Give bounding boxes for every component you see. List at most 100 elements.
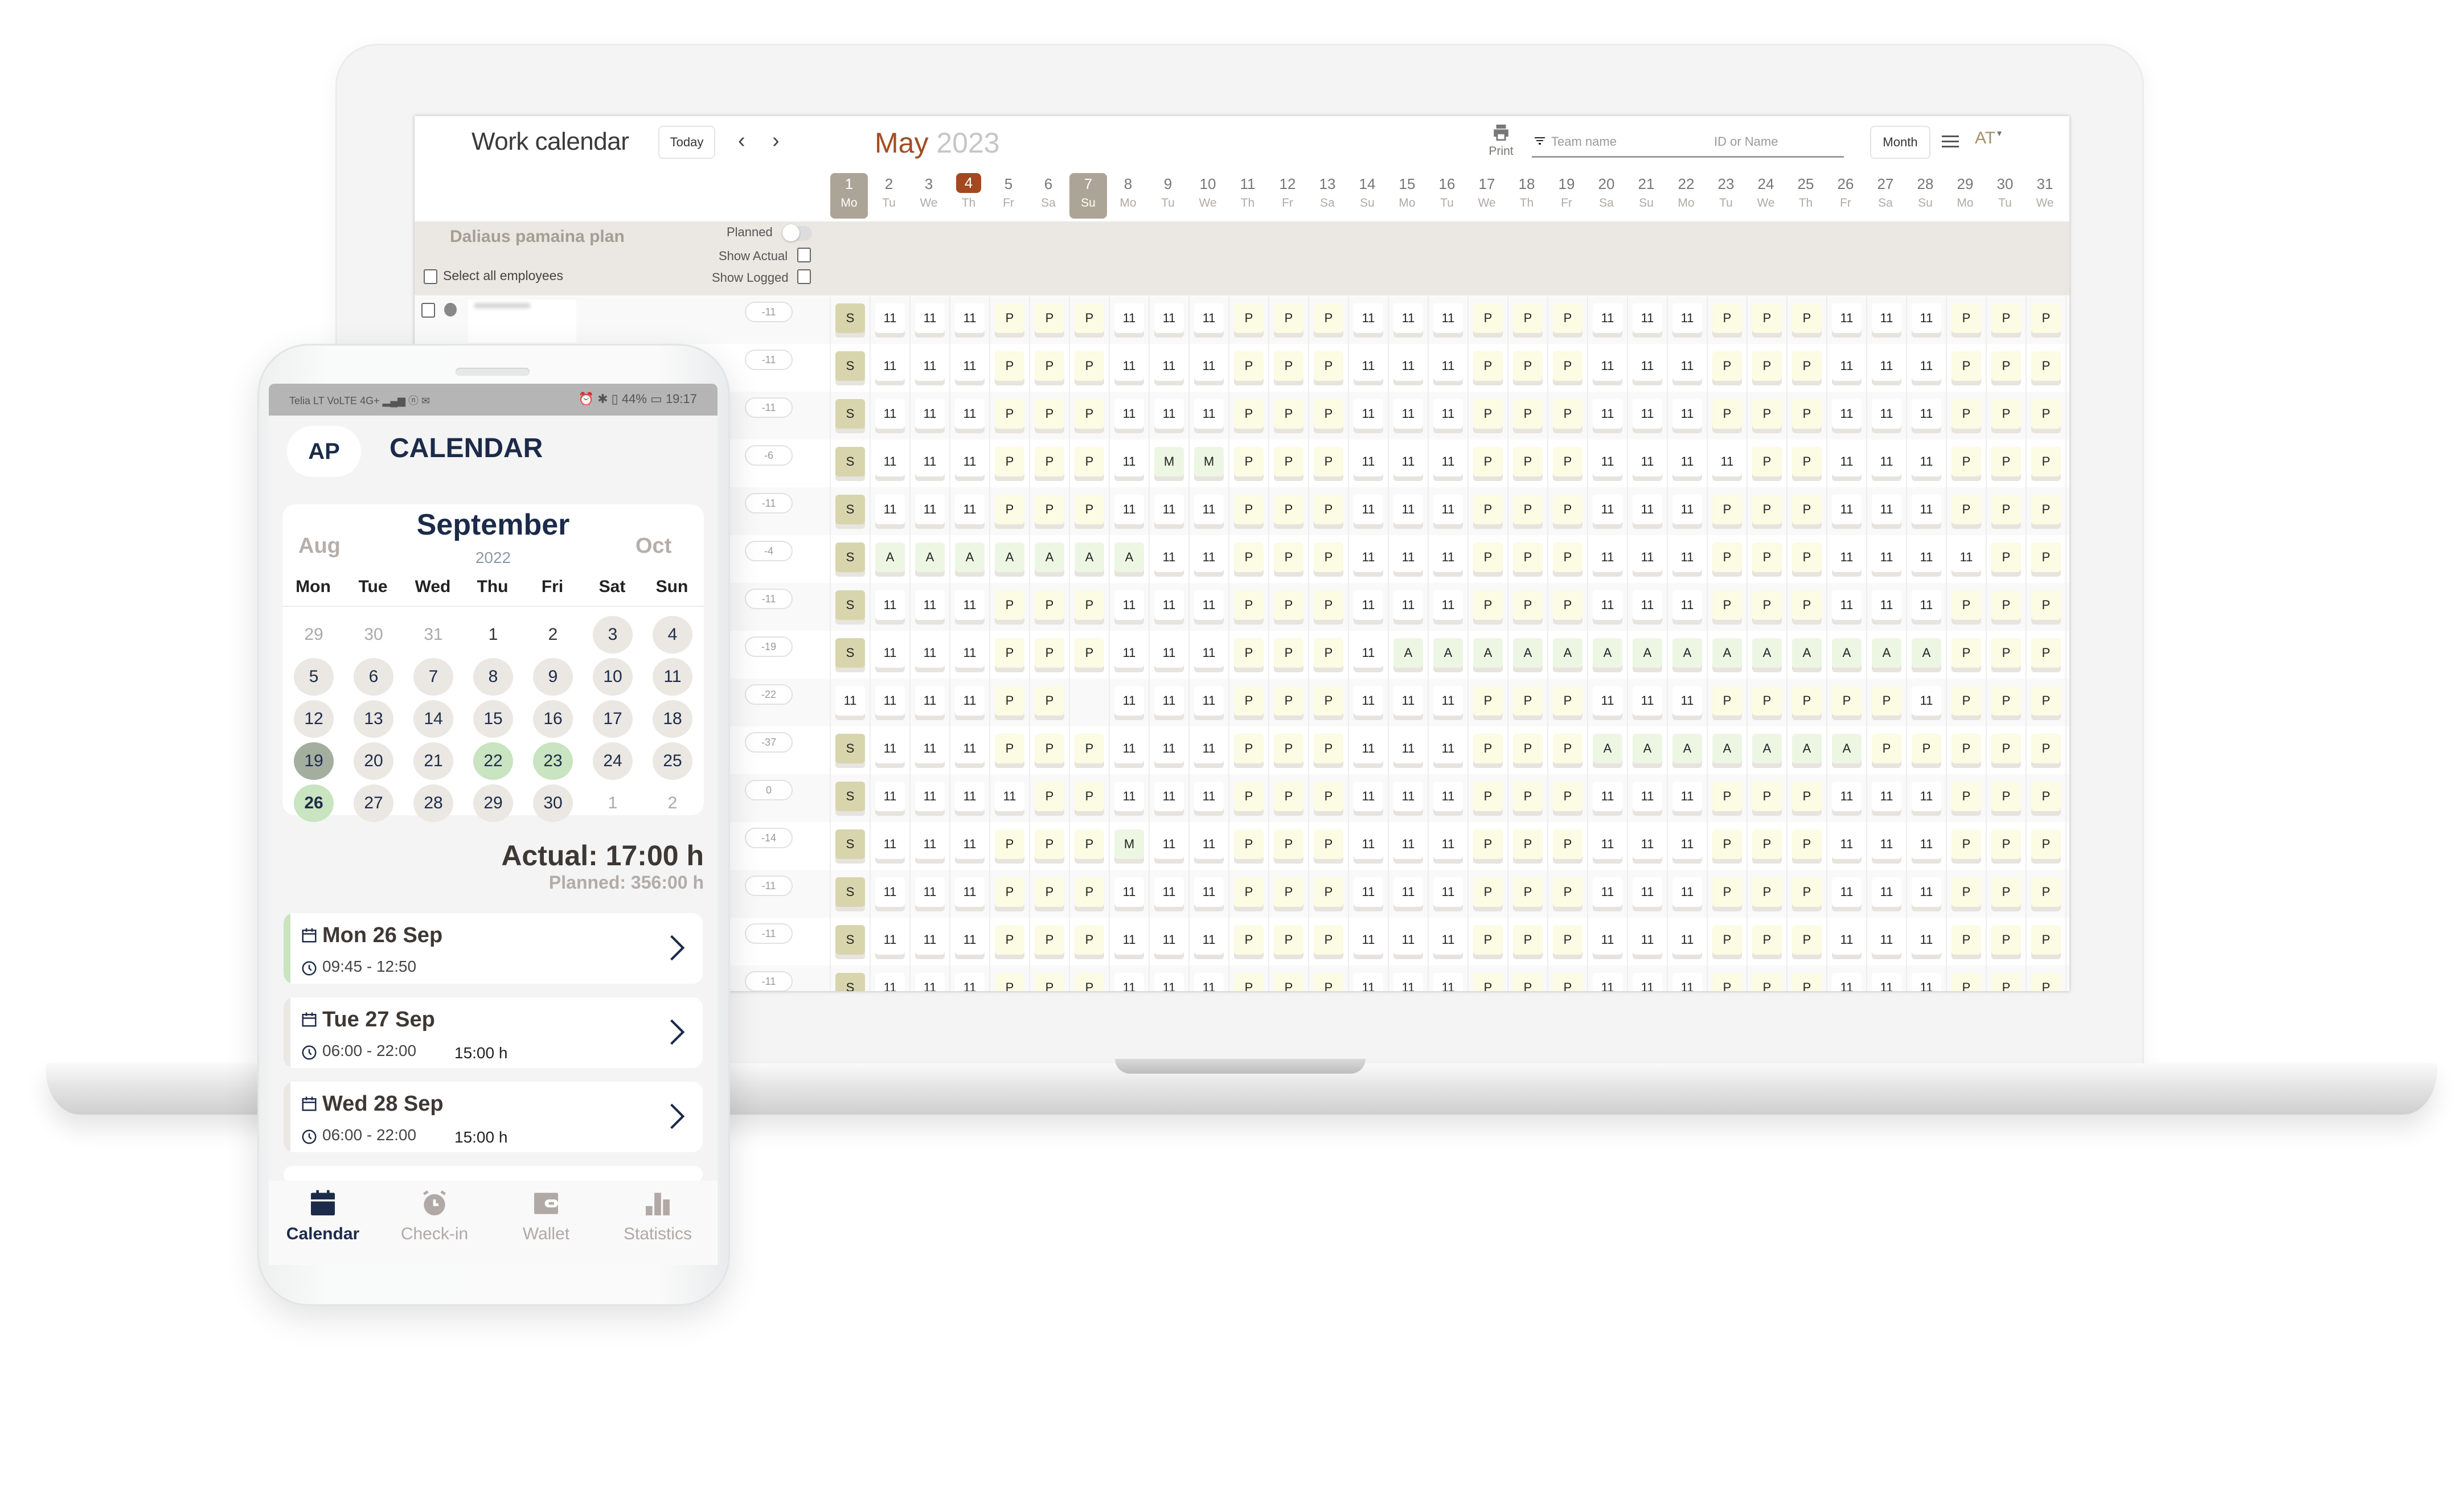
day-header-5[interactable]: 5 Fr [990, 173, 1027, 219]
show-actual-checkbox[interactable] [797, 248, 811, 262]
shift-cell[interactable]: P [1951, 877, 1981, 911]
shift-cell[interactable]: P [1513, 973, 1543, 991]
shift-cell[interactable]: P [1991, 399, 2021, 433]
shift-cell[interactable]: 11 [875, 447, 905, 481]
shift-cell[interactable]: 11 [915, 782, 945, 816]
shift-cell[interactable]: 11 [875, 686, 905, 720]
shift-cell[interactable]: 11 [915, 590, 945, 624]
shift-cell[interactable]: P [1553, 399, 1582, 433]
shift-cell[interactable]: P [995, 351, 1024, 385]
shift-cell[interactable]: 11 [1832, 543, 1862, 577]
shift-cell[interactable]: P [1951, 782, 1981, 816]
calendar-day[interactable]: 12 [294, 700, 334, 738]
shift-cell[interactable]: P [1274, 447, 1303, 481]
shift-cell[interactable]: P [1513, 925, 1543, 959]
shift-cell[interactable]: 11 [1393, 877, 1423, 911]
shift-cell[interactable]: 11 [1672, 399, 1702, 433]
shift-cell[interactable]: 11 [1672, 543, 1702, 577]
shift-cell[interactable]: 11 [1832, 495, 1862, 529]
shift-cell[interactable]: P [1314, 351, 1343, 385]
shift-cell[interactable]: P [1035, 925, 1064, 959]
shift-cell[interactable]: P [1234, 543, 1264, 577]
shift-cell[interactable]: P [1035, 782, 1064, 816]
day-header-23[interactable]: 23 Tu [1707, 173, 1745, 219]
shift-cell[interactable]: 11 [1672, 686, 1702, 720]
shift-cell[interactable]: 11 [955, 734, 985, 768]
shift-cell[interactable]: 11 [915, 303, 945, 338]
shift-cell[interactable]: P [1314, 399, 1343, 433]
shift-cell[interactable]: 11 [1433, 734, 1463, 768]
shift-cell[interactable]: 11 [955, 829, 985, 864]
shift-cell[interactable]: 11 [1354, 543, 1383, 577]
shift-cell[interactable]: P [1712, 351, 1742, 385]
shift-cell[interactable]: P [1991, 686, 2021, 720]
shift-cell[interactable]: P [1314, 877, 1343, 911]
shift-cell[interactable]: P [1752, 590, 1782, 624]
shift-cell[interactable]: S [835, 303, 865, 338]
shift-cell[interactable]: P [1274, 303, 1303, 338]
shift-cell[interactable]: P [1553, 734, 1582, 768]
shift-cell[interactable]: 11 [1114, 447, 1144, 481]
shift-cell[interactable]: 11 [955, 495, 985, 529]
shift-cell[interactable]: 11 [1712, 447, 1742, 481]
calendar-day[interactable]: 28 [413, 784, 453, 822]
shift-cell[interactable]: 11 [1393, 734, 1423, 768]
shift-cell[interactable]: S [835, 638, 865, 672]
shift-cell[interactable]: 11 [1872, 973, 1901, 991]
shift-cell[interactable]: P [1234, 686, 1264, 720]
shift-cell[interactable]: P [1314, 925, 1343, 959]
shift-cell[interactable]: P [1274, 351, 1303, 385]
shift-cell[interactable]: P [1314, 782, 1343, 816]
shift-cell[interactable]: 11 [1354, 495, 1383, 529]
shift-cell[interactable]: 11 [1433, 303, 1463, 338]
shift-cell[interactable]: 11 [1354, 925, 1383, 959]
shift-cell[interactable]: P [1314, 447, 1343, 481]
shift-cell[interactable]: 11 [1593, 782, 1622, 816]
shift-cell[interactable]: P [1951, 303, 1981, 338]
shift-cell[interactable]: P [1792, 973, 1822, 991]
shift-cell[interactable]: P [1513, 829, 1543, 864]
shift-cell[interactable]: P [995, 590, 1024, 624]
shift-cell[interactable]: 11 [1393, 925, 1423, 959]
shift-cell[interactable] [1075, 686, 1104, 720]
language-selector[interactable]: AT▼ [1975, 129, 2003, 148]
shift-cell[interactable]: 11 [1433, 399, 1463, 433]
shift-cell[interactable]: M [1154, 447, 1184, 481]
shift-cell[interactable]: 11 [1633, 351, 1662, 385]
shift-cell[interactable]: P [1553, 829, 1582, 864]
shift-cell[interactable]: 11 [1912, 590, 1941, 624]
shift-cell[interactable]: A [1752, 638, 1782, 672]
shift-cell[interactable]: 11 [955, 877, 985, 911]
shift-cell[interactable]: 11 [1154, 829, 1184, 864]
shift-cell[interactable]: P [1035, 399, 1064, 433]
shift-cell[interactable]: P [1234, 782, 1264, 816]
shift-cell[interactable]: 11 [1194, 495, 1224, 529]
shift-cell[interactable]: 11 [915, 495, 945, 529]
shift-cell[interactable]: P [1314, 590, 1343, 624]
shift-cell[interactable]: P [1473, 973, 1503, 991]
day-header-1[interactable]: 1 Mo [830, 173, 868, 219]
shift-cell[interactable]: 11 [1593, 447, 1622, 481]
shift-cell[interactable]: P [1951, 973, 1981, 991]
shift-cell[interactable]: P [1035, 877, 1064, 911]
shift-cell[interactable]: M [1114, 829, 1144, 864]
shift-cell[interactable]: P [1991, 925, 2021, 959]
shift-cell[interactable]: 11 [835, 686, 865, 720]
shift-cell[interactable]: P [1951, 829, 1981, 864]
shift-cell[interactable]: P [1712, 782, 1742, 816]
shift-cell[interactable]: P [2031, 782, 2061, 816]
shift-cell[interactable]: P [1314, 734, 1343, 768]
day-header-7[interactable]: 7 Su [1069, 173, 1107, 219]
shift-cell[interactable]: 11 [1672, 925, 1702, 959]
menu-icon[interactable] [1942, 134, 1959, 152]
shift-cell[interactable]: P [1951, 638, 1981, 672]
shift-cell[interactable]: 11 [1194, 303, 1224, 338]
shift-cell[interactable]: A [955, 543, 985, 577]
shift-cell[interactable]: P [1991, 734, 2021, 768]
shift-cell[interactable]: P [1075, 399, 1104, 433]
shift-cell[interactable]: P [2031, 303, 2061, 338]
id-or-name-input[interactable]: ID or Name [1714, 128, 1844, 158]
shift-cell[interactable]: 11 [1872, 495, 1901, 529]
shift-cell[interactable]: P [2031, 495, 2061, 529]
shift-cell[interactable]: 11 [1872, 303, 1901, 338]
